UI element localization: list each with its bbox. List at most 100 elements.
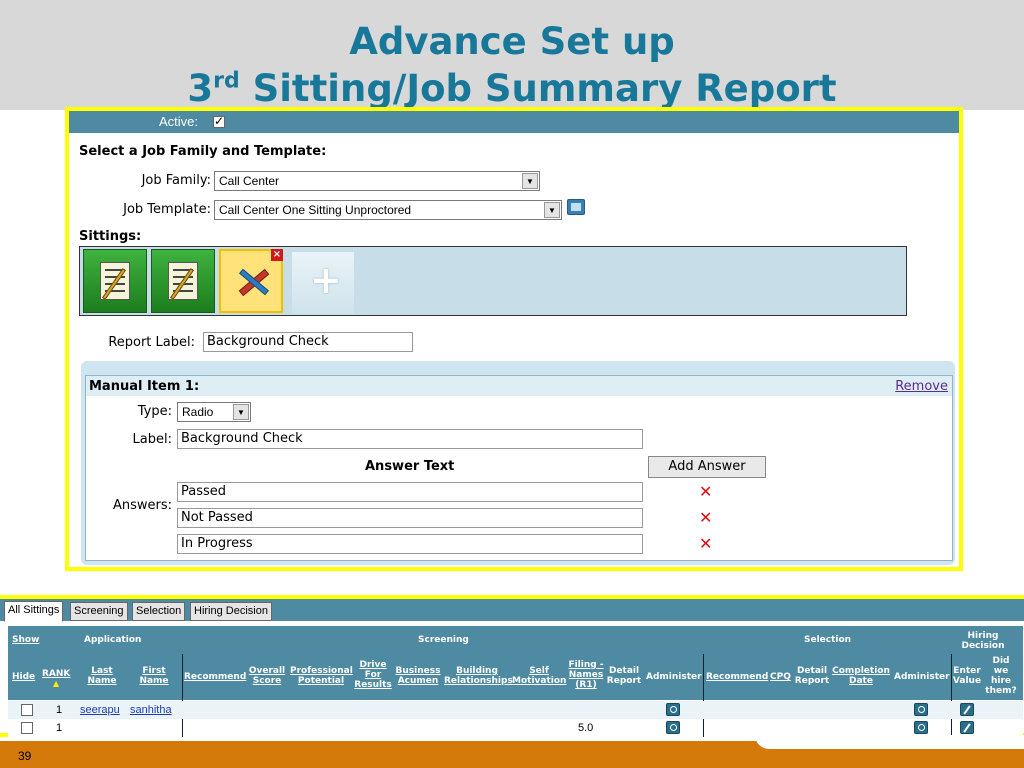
job-family-value: Call Center bbox=[219, 174, 280, 188]
administer-icon[interactable] bbox=[914, 721, 928, 734]
type-value: Radio bbox=[182, 405, 214, 419]
template-details-icon[interactable] bbox=[567, 199, 585, 215]
chevron-down-icon[interactable]: ▼ bbox=[522, 173, 538, 189]
administer-icon[interactable] bbox=[914, 703, 928, 716]
item-label-input[interactable]: Background Check bbox=[177, 429, 643, 449]
sitting-tile-1[interactable] bbox=[83, 249, 147, 313]
administer-icon[interactable] bbox=[666, 721, 680, 734]
edit-pencil-icon[interactable] bbox=[960, 703, 974, 716]
col-drive-for-results[interactable]: Drive For Results bbox=[354, 660, 392, 690]
type-label: Type: bbox=[137, 404, 172, 419]
advance-setup-panel: Active: Select a Job Family and Template… bbox=[65, 107, 963, 571]
group-screening: Screening bbox=[418, 635, 469, 645]
col-cpq[interactable]: CPQ bbox=[770, 672, 791, 682]
tab-hiring-decision[interactable]: Hiring Decision bbox=[190, 602, 272, 621]
col-enter-value: Enter Value bbox=[952, 666, 982, 686]
select-job-family-heading: Select a Job Family and Template: bbox=[79, 144, 327, 159]
title-line-2: 3rd Sitting/Job Summary Report bbox=[0, 65, 1024, 112]
col-building-relationships[interactable]: Building Relationships bbox=[444, 666, 513, 686]
col-last-name[interactable]: Last Name bbox=[82, 666, 122, 686]
job-template-value: Call Center One Sitting Unproctored bbox=[219, 203, 412, 217]
manual-item-section: Manual Item 1: Remove Type: Radio ▼ Labe… bbox=[81, 361, 955, 565]
group-application: Application bbox=[84, 635, 142, 645]
show-link[interactable]: Show bbox=[12, 635, 39, 645]
answer-input-1[interactable]: Passed bbox=[177, 482, 643, 502]
add-answer-button[interactable]: Add Answer bbox=[648, 456, 766, 478]
sort-up-icon[interactable]: ▲ bbox=[53, 679, 59, 689]
rank-cell: 1 bbox=[56, 722, 63, 734]
sittings-label: Sittings: bbox=[79, 229, 142, 244]
title-line-2-text: Sitting/Job Summary Report bbox=[239, 67, 837, 110]
delete-answer-icon[interactable]: ✕ bbox=[699, 534, 712, 553]
sitting-tile-3[interactable]: × bbox=[219, 249, 283, 313]
col-selection-detail-report: Detail Report bbox=[794, 666, 830, 686]
column-header-row: Hide RANK ▲ Last Name First Name Recomme… bbox=[8, 654, 1023, 700]
manual-item-box: Manual Item 1: Remove Type: Radio ▼ Labe… bbox=[85, 375, 953, 561]
group-selection: Selection bbox=[804, 635, 852, 645]
type-select[interactable]: Radio ▼ bbox=[177, 402, 251, 422]
tab-selection[interactable]: Selection bbox=[132, 602, 186, 621]
col-selection-recommend[interactable]: Recommend bbox=[706, 672, 768, 682]
group-header-row: Show Application Screening Selection Hir… bbox=[8, 626, 1023, 654]
answers-label: Answers: bbox=[112, 498, 172, 513]
edit-pencil-icon[interactable] bbox=[960, 721, 974, 734]
active-label: Active: bbox=[159, 114, 199, 129]
col-recommend[interactable]: Recommend bbox=[184, 672, 246, 682]
job-template-label: Job Template: bbox=[123, 202, 211, 217]
first-name-link[interactable]: sanhitha bbox=[130, 704, 172, 716]
report-label-label: Report Label: bbox=[108, 335, 195, 350]
tab-all-sittings[interactable]: All Sittings bbox=[4, 601, 64, 622]
job-family-label: Job Family: bbox=[141, 173, 211, 188]
item-label-label: Label: bbox=[132, 432, 172, 447]
answer-text-header: Answer Text bbox=[365, 459, 455, 474]
tab-screening[interactable]: Screening bbox=[70, 602, 128, 621]
hide-row-checkbox[interactable] bbox=[21, 704, 33, 717]
col-professional-potential[interactable]: Professional Potential bbox=[290, 666, 353, 686]
group-hiring-decision: Hiring Decision bbox=[961, 631, 1005, 651]
title-ordinal-number: 3 bbox=[187, 67, 214, 110]
col-administer: Administer bbox=[646, 672, 702, 682]
administer-icon[interactable] bbox=[666, 703, 680, 716]
title-line-1: Advance Set up bbox=[349, 20, 675, 63]
page-number: 39 bbox=[18, 749, 32, 763]
col-rank[interactable]: RANK bbox=[42, 669, 70, 679]
footer-curve bbox=[755, 735, 1024, 749]
job-family-select[interactable]: Call Center ▼ bbox=[214, 171, 540, 191]
sittings-strip: × bbox=[79, 246, 907, 316]
sitting-tile-2[interactable] bbox=[151, 249, 215, 313]
col-overall-score[interactable]: Overall Score bbox=[248, 666, 286, 686]
delete-answer-icon[interactable]: ✕ bbox=[699, 508, 712, 527]
last-name-link[interactable]: seerapu bbox=[80, 704, 120, 716]
answer-input-2[interactable]: Not Passed bbox=[177, 508, 643, 528]
col-selection-administer: Administer bbox=[894, 672, 950, 682]
report-label-input[interactable]: Background Check bbox=[203, 332, 413, 352]
panel-header-bar: Active: bbox=[69, 111, 959, 133]
col-business-acumen[interactable]: Business Acumen bbox=[394, 666, 442, 686]
manual-item-header: Manual Item 1: Remove bbox=[86, 376, 952, 396]
report-table: Show Application Screening Selection Hir… bbox=[8, 626, 1023, 737]
chevron-down-icon[interactable]: ▼ bbox=[544, 202, 560, 218]
sittings-report-grid-area: All Sittings Screening Selection Hiring … bbox=[0, 595, 1024, 737]
add-sitting-button[interactable] bbox=[292, 252, 354, 314]
col-filing-names[interactable]: Filing - Names (R1) bbox=[568, 660, 604, 690]
hide-row-checkbox[interactable] bbox=[21, 722, 33, 735]
col-completion-date[interactable]: Completion Date bbox=[832, 666, 890, 686]
close-icon[interactable]: × bbox=[271, 249, 283, 261]
col-did-we-hire: Did we hire them? bbox=[985, 656, 1017, 696]
remove-link[interactable]: Remove bbox=[895, 379, 948, 394]
manual-item-heading: Manual Item 1: bbox=[89, 379, 200, 394]
chevron-down-icon[interactable]: ▼ bbox=[233, 404, 249, 420]
report-tabs-bar: All Sittings Screening Selection Hiring … bbox=[0, 599, 1024, 622]
job-template-select[interactable]: Call Center One Sitting Unproctored ▼ bbox=[214, 200, 562, 220]
active-checkbox[interactable] bbox=[213, 114, 225, 128]
answer-input-3[interactable]: In Progress bbox=[177, 534, 643, 554]
col-self-motivation[interactable]: Self Motivation bbox=[512, 666, 566, 686]
slide-footer: 39 bbox=[0, 735, 1024, 768]
col-hide[interactable]: Hide bbox=[12, 672, 35, 682]
slide-title: Advance Set up 3rd Sitting/Job Summary R… bbox=[0, 18, 1024, 112]
col-first-name[interactable]: First Name bbox=[134, 666, 174, 686]
title-ordinal-suffix: rd bbox=[213, 68, 240, 94]
col-detail-report: Detail Report bbox=[606, 666, 642, 686]
rank-cell: 1 bbox=[56, 704, 63, 716]
delete-answer-icon[interactable]: ✕ bbox=[699, 482, 712, 501]
